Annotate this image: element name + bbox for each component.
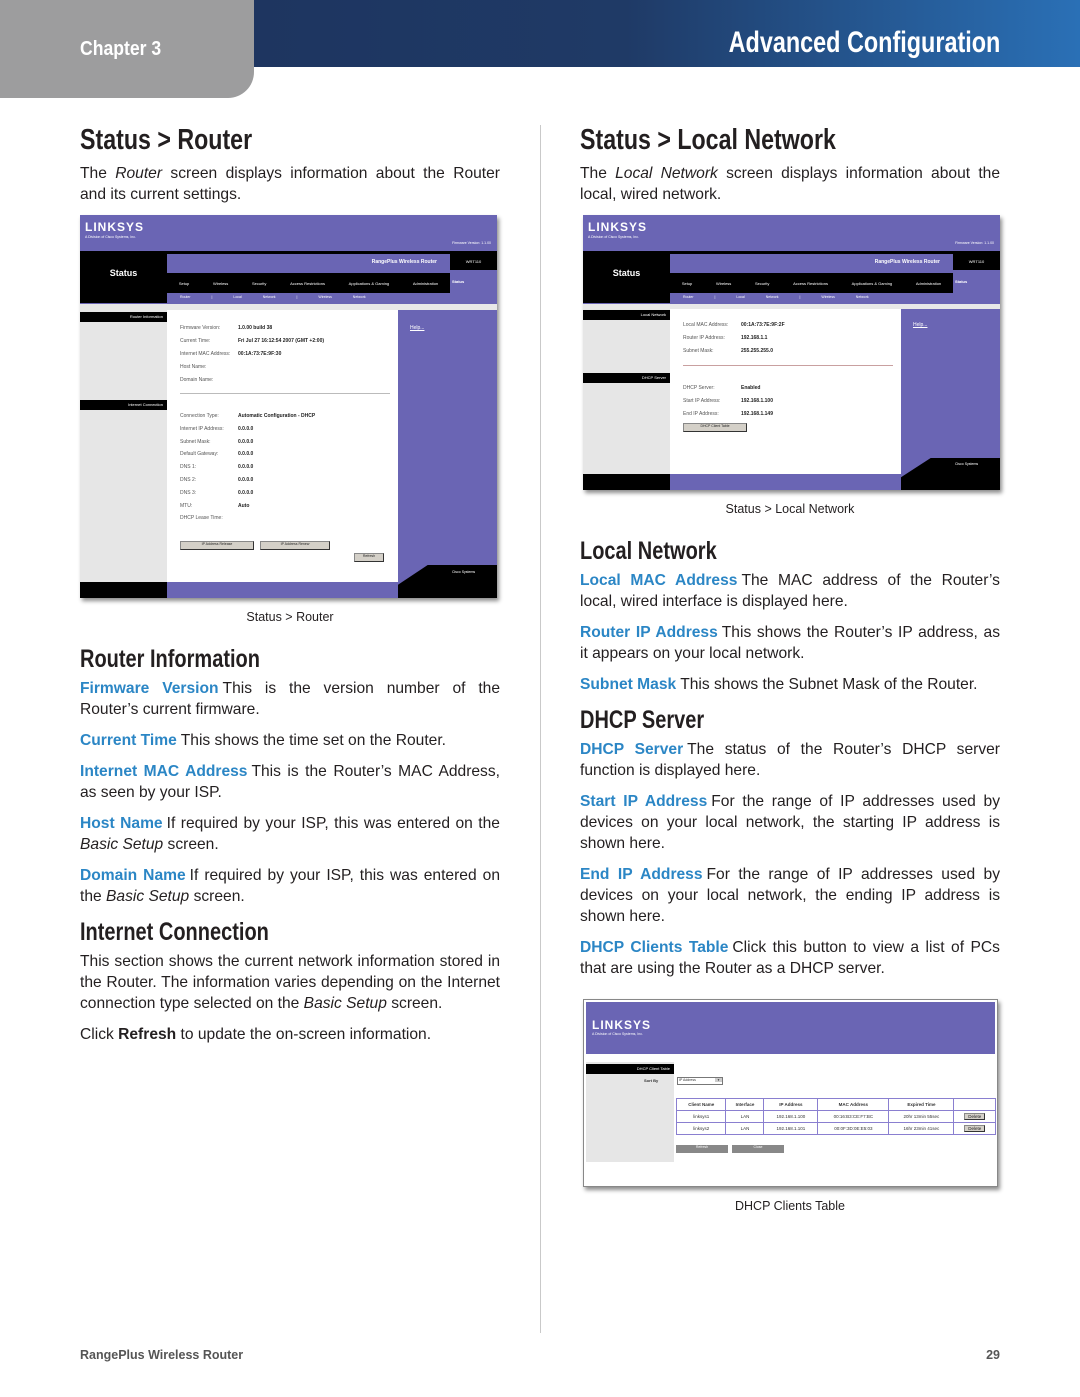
header-bar: Advanced Configuration <box>254 0 1080 67</box>
definition-item: Local MAC Address The MAC address of the … <box>580 572 1000 610</box>
local-intro: The Local Network screen displays inform… <box>580 165 1000 203</box>
router-caption: Status > Router <box>246 610 334 624</box>
linksys-logo: LINKSYS <box>85 220 145 234</box>
status-row: Current Time: Fri Jul 27 16:12:54 2007 (G… <box>180 338 325 344</box>
ip-renew-button: IP Address Renew <box>260 541 330 550</box>
internet-para: This section shows the current network i… <box>80 953 500 1012</box>
status-row: Domain Name: <box>180 377 214 383</box>
status-row: Default Gateway: 0.0.0.0 <box>180 451 254 458</box>
delete-button: Delete <box>964 1113 986 1120</box>
refresh-button: Refresh <box>354 553 384 562</box>
page-label: Status <box>109 268 138 278</box>
status-row: DHCP Lease Time: <box>180 515 223 522</box>
status-row: DNS 1: 0.0.0.0 <box>180 464 254 471</box>
nav-tabs: Setup Wireless Security Access Restrictions… <box>167 273 450 293</box>
status-row: Local MAC Address: 00:1A:73:7E:9F:2F <box>683 322 785 328</box>
dhcp-clients-table: Client Name Interface IP Address MAC Addres… <box>675 1098 996 1135</box>
sort-by-select: IP Address ▾ <box>677 1077 723 1085</box>
dhcp-client-table-button: DHCP Client Table <box>683 423 747 432</box>
status-row: Router IP Address: 192.168.1.1 <box>683 335 768 341</box>
status-row: DHCP Server: Enabled <box>683 385 761 391</box>
definition-item: Router IP Address This shows the Router’s… <box>580 624 1000 662</box>
cisco-logo: Cisco Systems <box>452 570 476 574</box>
status-row: DNS 3: 0.0.0.0 <box>180 489 254 496</box>
table-row: linksys1 LAN 192.168.1.100 00:16:B3:CE:F7:B… <box>675 1110 996 1123</box>
status-row: DNS 2: 0.0.0.0 <box>180 477 254 483</box>
status-row: Start IP Address: 192.168.1.100 <box>683 398 773 404</box>
chapter-tab: Chapter 3 <box>0 0 254 98</box>
router-intro: The Router screen displays information a… <box>80 165 500 203</box>
left-column: Status > Router The Router screen displa… <box>80 125 500 1055</box>
definition-item: Firmware Version This is the version numb… <box>80 680 500 718</box>
status-row: Internet IP Address: 0.0.0.0 <box>180 425 254 432</box>
local-network-heading: Local Network <box>580 537 717 565</box>
footer-page-number: 29 <box>986 1348 1000 1362</box>
router-screenshot: LINKSYS A Division of Cisco Systems, Inc… <box>80 215 497 598</box>
definition-item: Host Name If required by your ISP, this w… <box>80 815 500 853</box>
refresh-para: Click Refresh to update the on-screen in… <box>80 1026 432 1043</box>
local-network-screenshot: LINKSYS A Division of Cisco Systems, Inc… <box>583 215 1000 490</box>
definition-item: DHCP Clients Table Click this button to v… <box>580 939 1000 977</box>
router-info-heading: Router Information <box>80 645 260 673</box>
definition-item: Current Time This shows the time set on t… <box>80 732 446 749</box>
status-row: Subnet Mask: 0.0.0.0 <box>180 438 254 445</box>
ip-release-button: IP Address Release <box>180 541 254 550</box>
definition-item: Internet MAC Address This is the Router’s… <box>80 763 500 801</box>
page-title-router: Status > Router <box>80 124 253 156</box>
definition-item: Subnet Mask This shows the Subnet Mask of… <box>580 676 978 693</box>
dhcp-caption: DHCP Clients Table <box>734 1199 845 1213</box>
definition-item: End IP Address For the range of IP addres… <box>580 866 1000 925</box>
status-row: MTU: Auto <box>180 502 250 509</box>
footer-product: RangePlus Wireless Router <box>80 1348 244 1362</box>
definition-item: Start IP Address For the range of IP addr… <box>580 793 1001 852</box>
delete-button: Delete <box>964 1125 986 1132</box>
definition-item: DHCP Server The status of the Router’s DH… <box>580 741 1000 779</box>
dhcp-clients-screenshot: LINKSYS A Division of Cisco Systems, Inc… <box>583 999 998 1187</box>
column-divider <box>540 125 541 1333</box>
status-row: Host Name: <box>180 364 207 370</box>
internet-connection-heading: Internet Connection <box>80 918 269 946</box>
section-title: Advanced Configuration <box>728 26 1000 59</box>
table-row: linksys2 LAN 192.168.1.101 00:0F:3D:0E:E5:0… <box>675 1122 996 1135</box>
status-row: Connection Type: Automatic Configuration … <box>180 413 316 419</box>
status-row: Subnet Mask: 255.255.255.0 <box>683 348 773 354</box>
right-column: Status > Local Network The Local Network… <box>580 125 1000 1233</box>
definition-item: Domain Name If required by your ISP, this… <box>80 867 500 905</box>
dhcp-server-heading: DHCP Server <box>580 706 705 734</box>
chapter-label: Chapter 3 <box>80 38 162 60</box>
status-row: End IP Address: 192.168.1.149 <box>683 411 773 417</box>
page-title-local-network: Status > Local Network <box>580 124 836 156</box>
table-header: Client Name Interface IP Address MAC Addres… <box>675 1098 996 1111</box>
status-row: Firmware Version: 1.0.00 build 38 <box>180 325 273 331</box>
local-caption: Status > Local Network <box>725 502 855 516</box>
status-row: Internet MAC Address: 00:1A:73:7E:9F:30 <box>180 351 282 357</box>
